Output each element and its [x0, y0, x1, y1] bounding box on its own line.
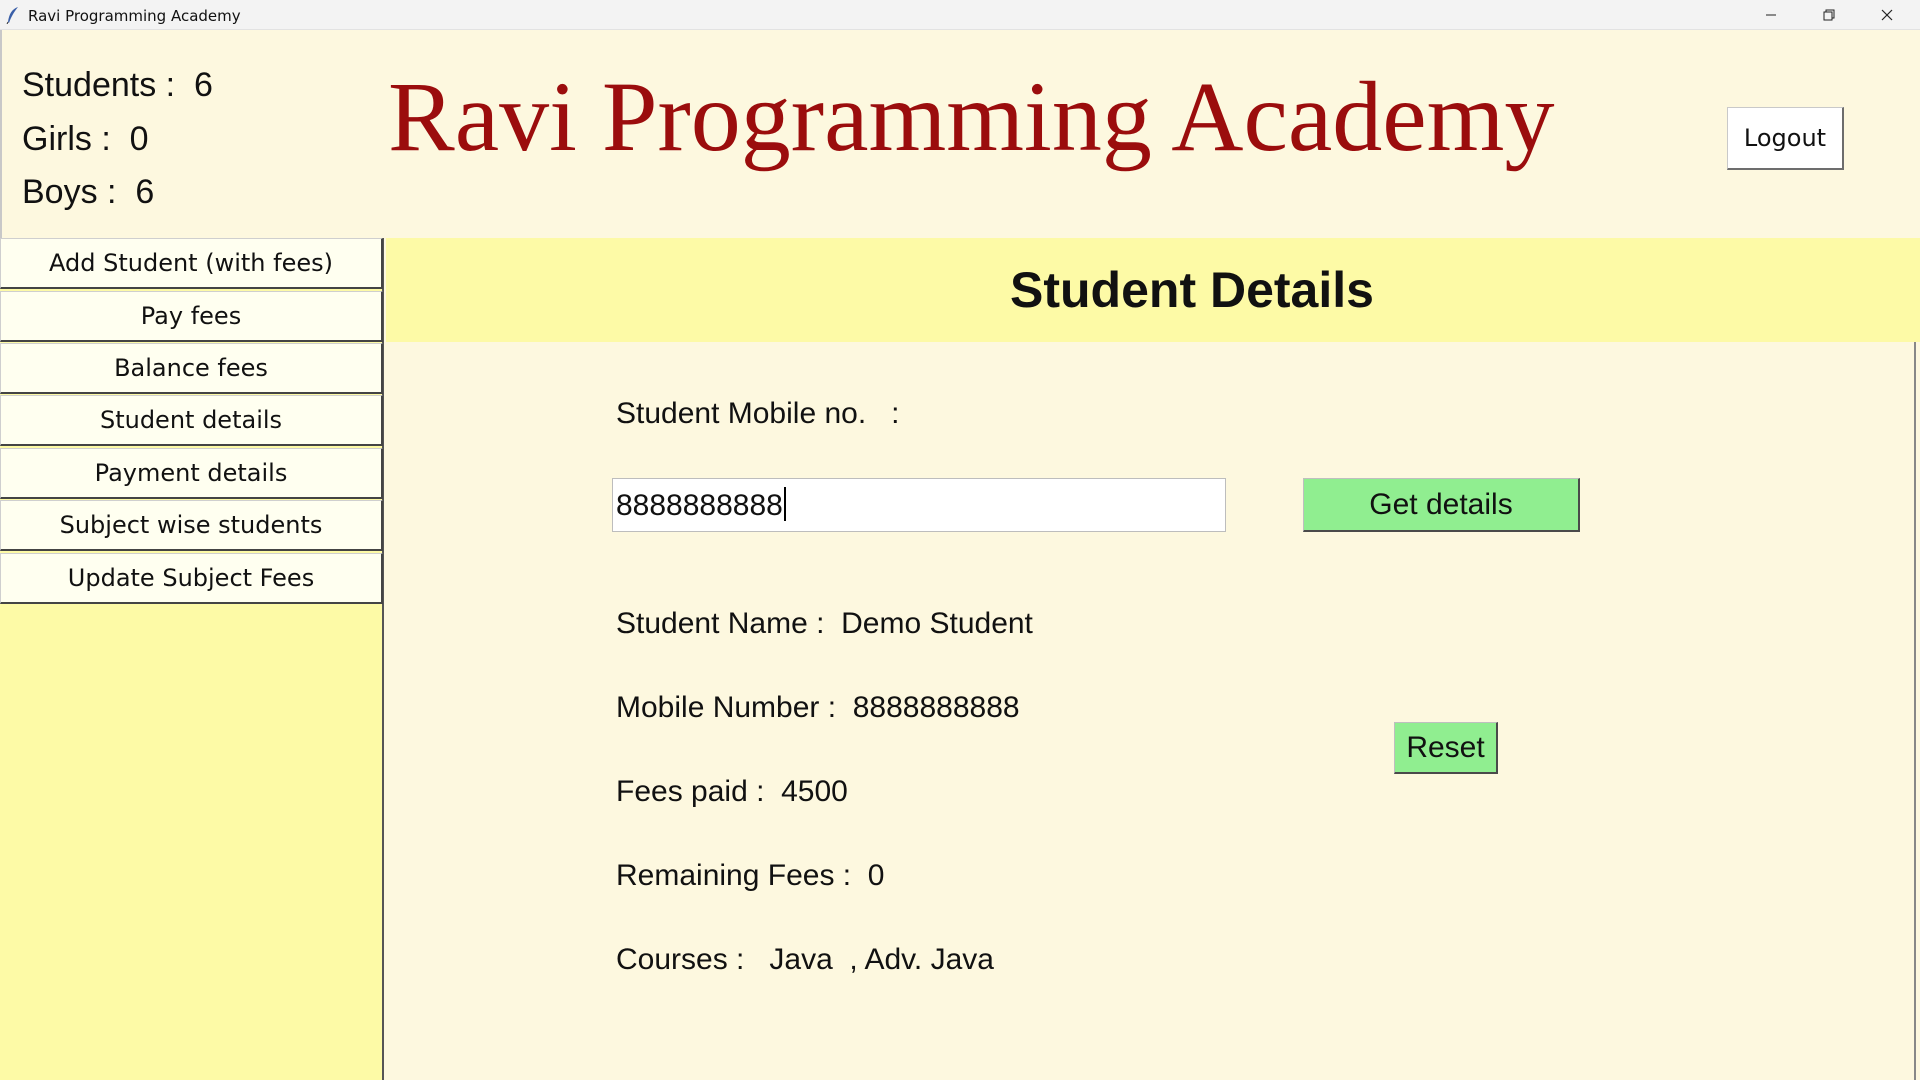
- mobile-label: Student Mobile no. :: [616, 397, 900, 430]
- sidebar: Add Student (with fees) Pay fees Balance…: [0, 238, 384, 1080]
- sidebar-item-student-details[interactable]: Student details: [0, 395, 383, 446]
- logout-button[interactable]: Logout: [1727, 107, 1844, 170]
- sidebar-item-update-subject-fees[interactable]: Update Subject Fees: [0, 553, 383, 604]
- feather-icon: [6, 7, 18, 24]
- remaining-fees: Remaining Fees : 0: [616, 859, 885, 892]
- courses: Courses : Java , Adv. Java: [616, 943, 994, 976]
- minimize-button[interactable]: [1742, 0, 1800, 30]
- section-header: Student Details: [386, 238, 1920, 342]
- sidebar-item-balance-fees[interactable]: Balance fees: [0, 343, 383, 394]
- text-caret: [783, 487, 786, 521]
- minimize-icon: [1766, 14, 1776, 16]
- girls-count: Girls : 0: [22, 120, 149, 158]
- window-titlebar: Ravi Programming Academy: [0, 0, 1920, 30]
- students-count: Students : 6: [22, 66, 213, 104]
- sidebar-item-subject-wise-students[interactable]: Subject wise students: [0, 500, 383, 551]
- fees-paid: Fees paid : 4500: [616, 775, 848, 808]
- mobile-input-value: 8888888888: [616, 489, 783, 522]
- sidebar-item-add-student[interactable]: Add Student (with fees): [0, 238, 383, 289]
- mobile-number: Mobile Number : 8888888888: [616, 691, 1020, 724]
- student-name: Student Name : Demo Student: [616, 607, 1033, 640]
- close-button[interactable]: [1858, 0, 1916, 30]
- restore-button[interactable]: [1800, 0, 1858, 30]
- close-icon: [1881, 9, 1893, 21]
- window-title: Ravi Programming Academy: [28, 7, 241, 25]
- boys-count: Boys : 6: [22, 173, 155, 211]
- reset-button[interactable]: Reset: [1394, 722, 1498, 774]
- sidebar-item-pay-fees[interactable]: Pay fees: [0, 291, 383, 342]
- brand-title: Ravi Programming Academy: [388, 61, 1555, 172]
- get-details-button[interactable]: Get details: [1303, 478, 1580, 532]
- page-title: Student Details: [1010, 262, 1374, 318]
- sidebar-item-payment-details[interactable]: Payment details: [0, 448, 383, 499]
- panel-border: [1914, 342, 1916, 1080]
- mobile-input[interactable]: 8888888888: [612, 478, 1226, 532]
- restore-icon: [1823, 9, 1835, 21]
